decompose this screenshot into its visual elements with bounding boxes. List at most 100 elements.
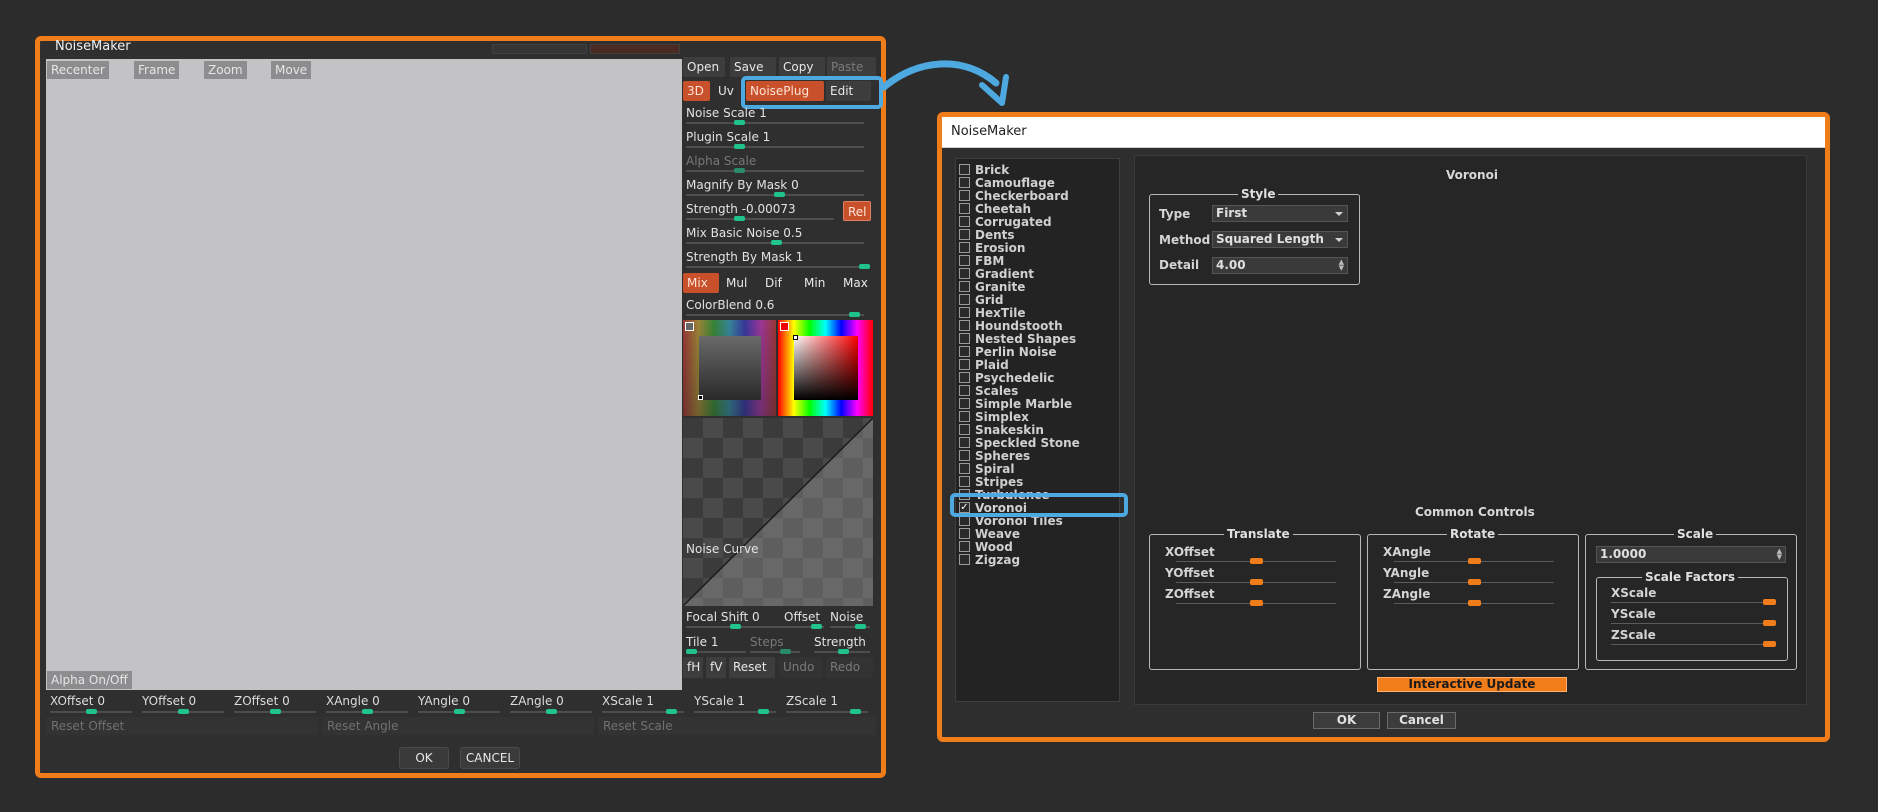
colorblend-knob[interactable] bbox=[849, 312, 860, 317]
checkbox[interactable] bbox=[959, 541, 970, 552]
primary-color-field[interactable] bbox=[699, 336, 761, 400]
noise-list-item[interactable]: Dents bbox=[959, 228, 1015, 242]
checkbox[interactable] bbox=[959, 255, 970, 266]
mix-basic-noise-knob[interactable] bbox=[771, 240, 782, 245]
transform-knob[interactable] bbox=[269, 709, 281, 714]
dialog-cancel-button[interactable]: Cancel bbox=[1387, 712, 1456, 729]
transform-knob[interactable] bbox=[849, 709, 861, 714]
reset-scale-button[interactable]: Reset Scale bbox=[598, 717, 876, 735]
noise-list-item[interactable]: Speckled Stone bbox=[959, 436, 1080, 450]
noise-list-item[interactable]: Wood bbox=[959, 540, 1013, 554]
noise-list-item[interactable]: Scales bbox=[959, 384, 1018, 398]
dif-mode-button[interactable]: Dif bbox=[761, 273, 797, 293]
open-button[interactable]: Open bbox=[683, 57, 725, 77]
strength-slider[interactable] bbox=[686, 218, 834, 220]
scale-y-slider[interactable] bbox=[1611, 623, 1776, 624]
checkbox[interactable] bbox=[959, 554, 970, 565]
noise-list-item[interactable]: Nested Shapes bbox=[959, 332, 1076, 346]
checkbox[interactable] bbox=[959, 229, 970, 240]
cancel-button[interactable]: CANCEL bbox=[460, 747, 520, 769]
scale-x-knob[interactable] bbox=[1763, 599, 1776, 605]
primary-color-swatch[interactable] bbox=[685, 322, 694, 331]
uv-button[interactable]: Uv bbox=[714, 81, 742, 101]
noise-curve-editor[interactable]: Noise Curve bbox=[683, 418, 873, 606]
checkbox[interactable] bbox=[959, 294, 970, 305]
noise-list-item[interactable]: Checkerboard bbox=[959, 189, 1069, 203]
noise-list-item[interactable]: Stripes bbox=[959, 475, 1023, 489]
zoom-button[interactable]: Zoom bbox=[204, 61, 247, 79]
tile-knob[interactable] bbox=[686, 649, 697, 654]
magnify-by-mask-knob[interactable] bbox=[774, 192, 785, 197]
steps-knob[interactable] bbox=[780, 649, 791, 654]
copy-button[interactable]: Copy bbox=[779, 57, 825, 77]
noise-list-item[interactable]: Snakeskin bbox=[959, 423, 1044, 437]
noise-list-item[interactable]: Brick bbox=[959, 163, 1009, 177]
secondary-color-swatch[interactable] bbox=[780, 322, 789, 331]
translate-y-knob[interactable] bbox=[1250, 579, 1263, 585]
noise-list-item[interactable]: Spiral bbox=[959, 462, 1014, 476]
plugin-scale-knob[interactable] bbox=[734, 144, 745, 149]
colorblend-slider[interactable] bbox=[686, 314, 864, 316]
noise-list-item[interactable]: Perlin Noise bbox=[959, 345, 1056, 359]
checkbox[interactable] bbox=[959, 203, 970, 214]
transform-knob[interactable] bbox=[757, 709, 769, 714]
rotate-y-knob[interactable] bbox=[1468, 579, 1481, 585]
mul-mode-button[interactable]: Mul bbox=[722, 273, 758, 293]
plugin-scale-slider[interactable] bbox=[686, 146, 864, 148]
checkbox[interactable] bbox=[959, 242, 970, 253]
curve-reset-button[interactable]: Reset bbox=[729, 657, 775, 678]
checkbox[interactable] bbox=[959, 463, 970, 474]
ok-button[interactable]: OK bbox=[399, 747, 449, 769]
transform-knob[interactable] bbox=[665, 709, 677, 714]
reset-angle-button[interactable]: Reset Angle bbox=[322, 717, 594, 735]
strength-by-mask-slider[interactable] bbox=[686, 266, 864, 268]
interactive-update-button[interactable]: Interactive Update bbox=[1377, 677, 1567, 692]
noise-list-item[interactable]: Psychedelic bbox=[959, 371, 1054, 385]
transform-knob[interactable] bbox=[361, 709, 373, 714]
checkbox[interactable] bbox=[959, 476, 970, 487]
reset-offset-button[interactable]: Reset Offset bbox=[46, 717, 318, 735]
checkbox[interactable] bbox=[959, 216, 970, 227]
translate-z-knob[interactable] bbox=[1250, 600, 1263, 606]
recenter-button[interactable]: Recenter bbox=[47, 61, 109, 79]
checkbox[interactable] bbox=[959, 385, 970, 396]
primary-color-picker[interactable] bbox=[683, 320, 776, 416]
frame-button[interactable]: Frame bbox=[134, 61, 180, 79]
secondary-color-field[interactable] bbox=[794, 336, 858, 400]
transform-knob[interactable] bbox=[85, 709, 97, 714]
noise-list-item[interactable]: FBM bbox=[959, 254, 1004, 268]
secondary-color-cursor[interactable] bbox=[793, 335, 798, 340]
noise-list-item[interactable]: Granite bbox=[959, 280, 1025, 294]
detail-spinner[interactable]: 4.00 ▲ ▼ bbox=[1212, 257, 1348, 274]
secondary-color-picker[interactable] bbox=[778, 320, 873, 416]
scale-x-slider[interactable] bbox=[1611, 602, 1776, 603]
checkbox[interactable] bbox=[959, 411, 970, 422]
strength-by-mask-knob[interactable] bbox=[859, 264, 870, 269]
strength-knob[interactable] bbox=[734, 216, 745, 221]
alpha-scale-knob[interactable] bbox=[734, 168, 745, 173]
curve-redo-button[interactable]: Redo bbox=[826, 657, 873, 678]
noise-list-item[interactable]: Corrugated bbox=[959, 215, 1052, 229]
noise-list-item[interactable]: Weave bbox=[959, 527, 1020, 541]
noise-scale-slider[interactable] bbox=[686, 122, 864, 124]
noise-list-item[interactable]: Camouflage bbox=[959, 176, 1055, 190]
noise-list-item[interactable]: Erosion bbox=[959, 241, 1025, 255]
noise-list-item[interactable]: Simplex bbox=[959, 410, 1029, 424]
type-select[interactable]: First bbox=[1212, 205, 1348, 222]
noise-list-item[interactable]: Gradient bbox=[959, 267, 1034, 281]
noise-list-item[interactable]: Zigzag bbox=[959, 553, 1020, 567]
dialog-ok-button[interactable]: OK bbox=[1313, 712, 1380, 729]
noise-list-item[interactable]: Cheetah bbox=[959, 202, 1031, 216]
checkbox[interactable] bbox=[959, 190, 970, 201]
scale-value-spinner[interactable]: 1.0000 ▲ ▼ bbox=[1596, 546, 1786, 563]
save-button[interactable]: Save bbox=[730, 57, 776, 77]
curve-undo-button[interactable]: Undo bbox=[779, 657, 823, 678]
method-select[interactable]: Squared Length bbox=[1212, 231, 1348, 248]
max-mode-button[interactable]: Max bbox=[839, 273, 875, 293]
checkbox[interactable] bbox=[959, 164, 970, 175]
checkbox[interactable] bbox=[959, 359, 970, 370]
alpha-scale-slider[interactable] bbox=[686, 170, 864, 172]
noise-preview[interactable]: Recenter Frame Zoom Move bbox=[46, 59, 682, 690]
3d-button[interactable]: 3D bbox=[683, 81, 710, 101]
focal-shift-knob[interactable] bbox=[730, 624, 741, 629]
